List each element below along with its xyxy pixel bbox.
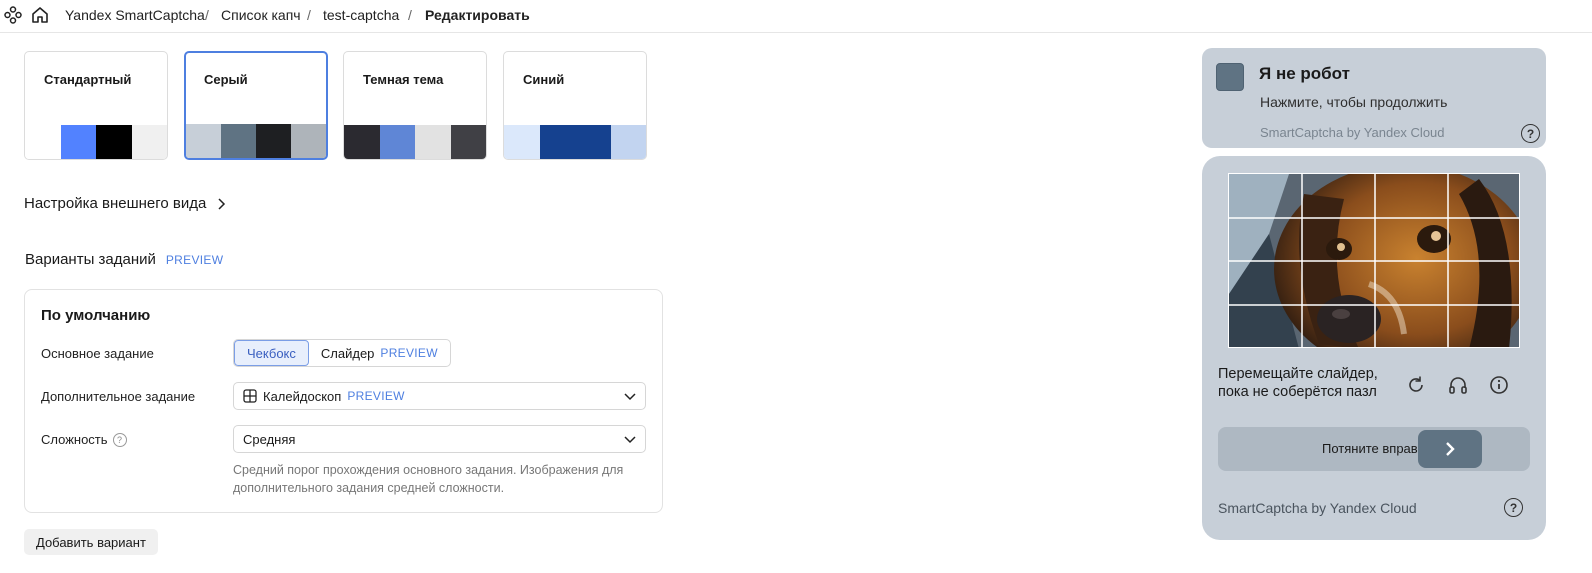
extra-task-value: Калейдоскоп bbox=[263, 388, 342, 404]
top-bar: Yandex SmartCaptcha / Список капч / test… bbox=[0, 0, 1592, 33]
appearance-settings-label: Настройка внешнего вида bbox=[24, 195, 207, 212]
color-swatch bbox=[256, 124, 291, 158]
variant-title: По умолчанию bbox=[41, 307, 151, 324]
refresh-icon[interactable] bbox=[1405, 374, 1427, 396]
help-icon[interactable]: ? bbox=[112, 432, 127, 447]
info-icon[interactable] bbox=[1488, 374, 1510, 396]
captcha-subtitle: Нажмите, чтобы продолжить bbox=[1260, 94, 1448, 110]
color-swatch bbox=[25, 125, 61, 159]
captcha-puzzle-preview: Перемещайте слайдер, пока не соберётся п… bbox=[1202, 156, 1546, 540]
breadcrumb-separator: / bbox=[408, 7, 412, 23]
main-task-label: Основное задание bbox=[41, 346, 154, 361]
preview-badge: PREVIEW bbox=[165, 253, 224, 267]
captcha-brand: SmartCaptcha by Yandex Cloud bbox=[1218, 500, 1417, 516]
breadcrumb-captcha-list[interactable]: Список капч bbox=[221, 7, 301, 23]
theme-name: Синий bbox=[523, 72, 565, 87]
puzzle-instruction: Перемещайте слайдер, пока не соберётся п… bbox=[1218, 366, 1378, 400]
slider-handle[interactable] bbox=[1418, 430, 1482, 468]
chevron-down-icon bbox=[624, 436, 636, 444]
color-swatch bbox=[504, 125, 540, 159]
theme-name: Стандартный bbox=[44, 72, 132, 87]
puzzle-slider-track[interactable]: Потяните вправо bbox=[1218, 427, 1530, 471]
slider-text: Потяните вправо bbox=[1322, 441, 1425, 456]
color-swatch bbox=[539, 125, 575, 159]
color-swatch bbox=[291, 124, 326, 158]
color-swatch bbox=[610, 125, 646, 159]
extra-task-label: Дополнительное задание bbox=[41, 389, 196, 404]
variants-header: Варианты заданий PREVIEW bbox=[25, 251, 223, 268]
color-swatch bbox=[60, 125, 96, 159]
theme-card-standard[interactable]: Стандартный bbox=[24, 51, 168, 160]
chevron-right-icon bbox=[218, 197, 226, 210]
breadcrumb-test-captcha[interactable]: test-captcha bbox=[323, 7, 399, 23]
color-swatch bbox=[221, 124, 256, 158]
theme-card-gray[interactable]: Серый bbox=[184, 51, 328, 160]
main-task-option-slider[interactable]: Слайдер PREVIEW bbox=[309, 340, 450, 366]
color-swatch bbox=[575, 125, 611, 159]
captcha-brand: SmartCaptcha by Yandex Cloud bbox=[1260, 125, 1445, 140]
theme-swatches bbox=[186, 124, 326, 158]
theme-card-blue[interactable]: Синий bbox=[503, 51, 647, 160]
extra-task-select[interactable]: Калейдоскоп PREVIEW bbox=[233, 382, 646, 410]
theme-swatches bbox=[344, 125, 486, 159]
variants-title: Варианты заданий bbox=[25, 251, 156, 268]
preview-badge: PREVIEW bbox=[380, 346, 438, 360]
color-swatch bbox=[379, 125, 415, 159]
color-swatch bbox=[96, 125, 132, 159]
kaleidoscope-icon bbox=[243, 389, 257, 403]
color-swatch bbox=[344, 125, 380, 159]
breadcrumb-separator: / bbox=[307, 7, 311, 23]
main-task-option-checkbox[interactable]: Чекбокс bbox=[234, 340, 309, 366]
main-task-switch: Чекбокс Слайдер PREVIEW bbox=[233, 339, 451, 367]
chevron-down-icon bbox=[624, 393, 636, 401]
captcha-checkbox[interactable] bbox=[1216, 63, 1244, 91]
difficulty-label-row: Сложность ? bbox=[41, 432, 127, 447]
theme-name: Серый bbox=[204, 72, 248, 87]
captcha-checkbox-preview: Я не робот Нажмите, чтобы продолжить Sma… bbox=[1202, 48, 1546, 148]
color-swatch bbox=[415, 125, 451, 159]
variant-panel-default: По умолчанию Основное задание Чекбокс Сл… bbox=[24, 289, 663, 513]
difficulty-hint: Средний порог прохождения основного зада… bbox=[233, 463, 624, 495]
add-variant-button[interactable]: Добавить вариант bbox=[24, 529, 158, 555]
captcha-title: Я не робот bbox=[1259, 64, 1350, 83]
chevron-right-icon bbox=[1446, 442, 1455, 456]
dog-puzzle-image bbox=[1229, 174, 1519, 347]
breadcrumb-separator: / bbox=[205, 7, 209, 23]
difficulty-select[interactable]: Средняя bbox=[233, 425, 646, 453]
services-icon[interactable] bbox=[3, 5, 23, 25]
breadcrumb-edit: Редактировать bbox=[425, 7, 530, 23]
headphones-icon[interactable] bbox=[1447, 374, 1469, 396]
home-icon[interactable] bbox=[30, 5, 50, 25]
help-icon[interactable]: ? bbox=[1521, 124, 1540, 143]
theme-card-dark[interactable]: Темная тема bbox=[343, 51, 487, 160]
color-swatch bbox=[186, 124, 221, 158]
difficulty-label: Сложность bbox=[41, 432, 108, 447]
preview-badge: PREVIEW bbox=[347, 389, 405, 403]
help-icon[interactable]: ? bbox=[1504, 498, 1523, 517]
theme-swatches bbox=[25, 125, 167, 159]
difficulty-value: Средняя bbox=[243, 431, 296, 447]
puzzle-image bbox=[1228, 173, 1520, 348]
theme-name: Темная тема bbox=[363, 72, 444, 87]
theme-swatches bbox=[504, 125, 646, 159]
breadcrumb-smartcaptcha[interactable]: Yandex SmartCaptcha bbox=[65, 7, 205, 23]
appearance-settings-toggle[interactable]: Настройка внешнего вида bbox=[24, 195, 226, 212]
color-swatch bbox=[131, 125, 167, 159]
color-swatch bbox=[450, 125, 486, 159]
